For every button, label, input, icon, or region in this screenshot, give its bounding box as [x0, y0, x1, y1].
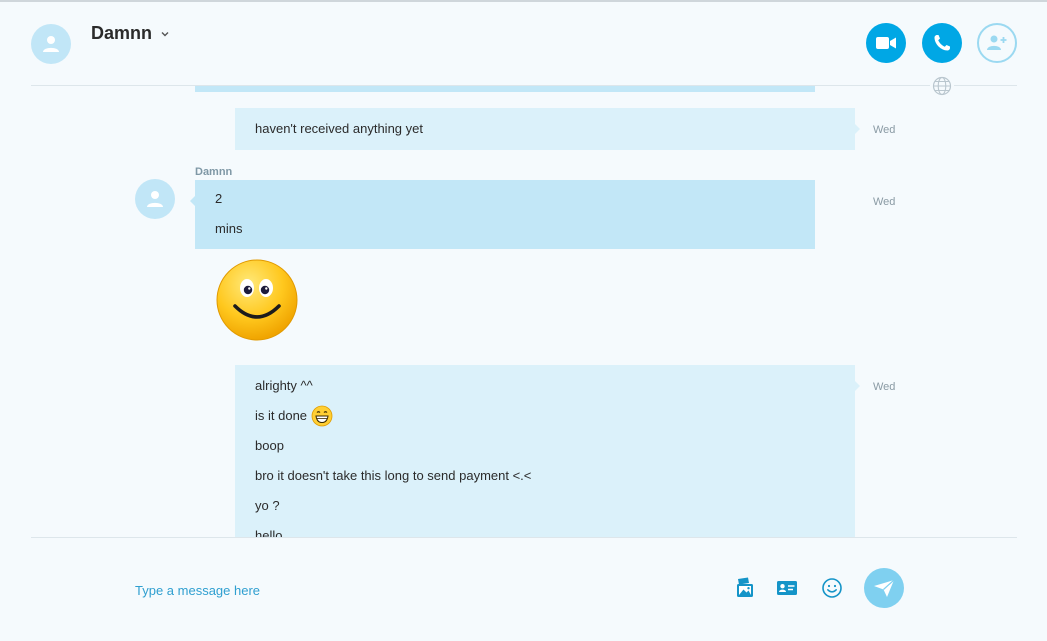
send-arrow-icon [874, 579, 895, 597]
smile-emoticon[interactable] [215, 258, 299, 342]
message-list[interactable]: haven't received anything yet Wed Damnn … [0, 86, 1047, 538]
message-timestamp: Wed [873, 381, 896, 393]
message-sender-name: Damnn [195, 166, 233, 178]
composer-divider [31, 537, 1017, 538]
bubble-tail [855, 381, 860, 391]
message-text: boop [255, 438, 284, 453]
video-camera-icon [876, 37, 896, 49]
bubble-tail [855, 124, 860, 134]
emoticon-picker-button[interactable] [819, 575, 845, 601]
contact-name-dropdown[interactable]: Damnn [91, 23, 170, 44]
send-contact-button[interactable] [774, 575, 800, 601]
message-line-with-emoji: is it done [235, 401, 855, 431]
phone-icon [934, 35, 950, 51]
message-input[interactable] [130, 574, 697, 606]
smile-emoji-icon [216, 259, 298, 341]
message-timestamp: Wed [873, 124, 896, 136]
send-media-button[interactable] [732, 575, 758, 601]
contact-name: Damnn [91, 23, 153, 43]
message-bubble-outgoing[interactable]: haven't received anything yet [235, 108, 855, 150]
message-text: yo ? [255, 498, 280, 513]
contact-card-icon [777, 581, 797, 595]
smiley-icon [822, 578, 842, 598]
grin-emoji-icon [311, 405, 333, 427]
image-icon [737, 577, 753, 597]
video-call-button[interactable] [866, 23, 906, 63]
message-text: alrighty ^^ [255, 378, 313, 393]
contact-avatar[interactable] [31, 24, 71, 64]
add-person-icon [987, 35, 1007, 50]
person-icon [147, 191, 163, 207]
person-icon [43, 36, 59, 52]
skype-chat-window: Damnn haven't received anything yet Wed … [0, 0, 1047, 641]
message-timestamp: Wed [873, 196, 896, 208]
message-text: haven't received anything yet [255, 121, 423, 136]
message-bubble-outgoing[interactable]: alrighty ^^ is it done boop bro it doesn… [235, 365, 855, 538]
add-people-button[interactable] [977, 23, 1017, 63]
message-bubble-incoming[interactable]: 2 mins [195, 180, 815, 249]
send-message-button[interactable] [864, 568, 904, 608]
message-text: bro it doesn't take this long to send pa… [255, 468, 532, 483]
message-text: is it done [255, 408, 308, 423]
audio-call-button[interactable] [922, 23, 962, 63]
message-text: hello [255, 528, 283, 538]
sender-avatar[interactable] [135, 179, 175, 219]
chat-header: Damnn [0, 2, 1047, 98]
chevron-down-icon [161, 31, 169, 36]
message-text: mins [215, 221, 243, 236]
message-bubble-partial [195, 86, 815, 92]
message-text: 2 [215, 191, 223, 206]
